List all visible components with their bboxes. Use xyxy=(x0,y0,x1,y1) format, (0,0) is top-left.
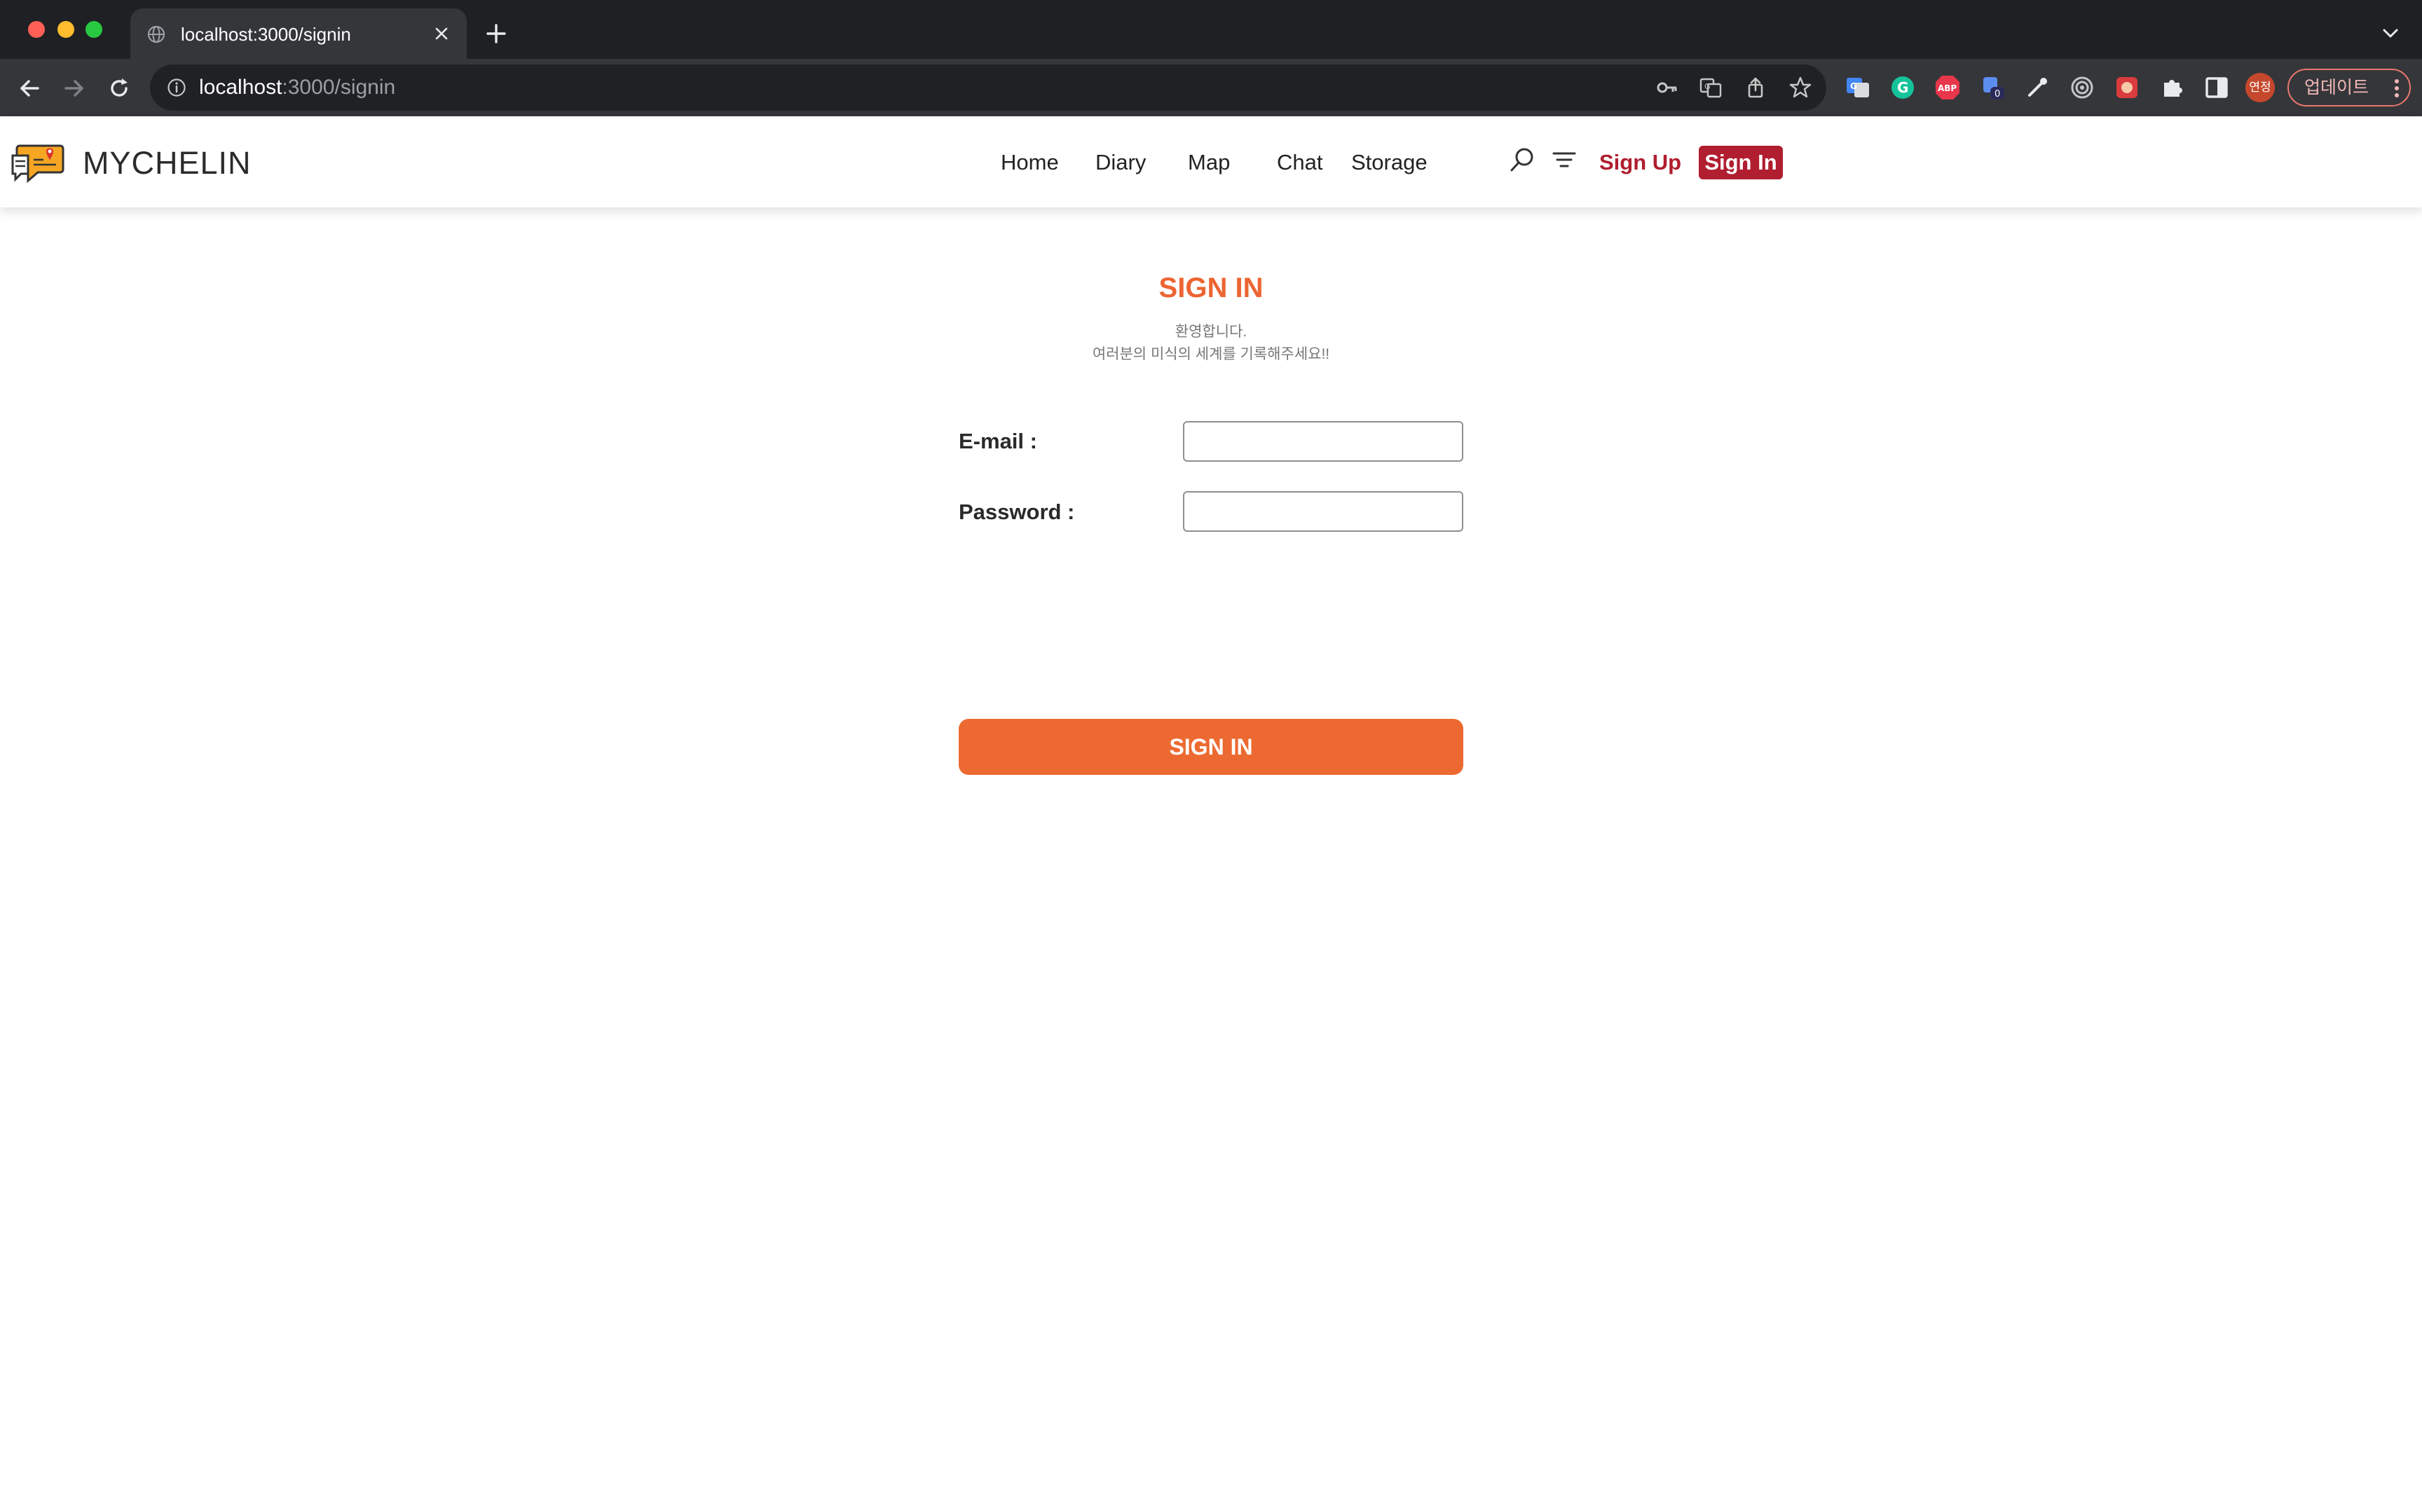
forward-arrow-icon[interactable] xyxy=(60,74,88,102)
signup-link[interactable]: Sign Up xyxy=(1599,150,1681,175)
filter-icon[interactable] xyxy=(1549,144,1580,175)
nav-diary[interactable]: Diary xyxy=(1095,150,1146,175)
close-tab-icon[interactable] xyxy=(429,21,454,46)
extension-badge-icon[interactable]: 0 xyxy=(1979,74,2006,101)
nav-map[interactable]: Map xyxy=(1188,150,1230,175)
address-bar[interactable]: localhost:3000/signin G xyxy=(150,64,1826,111)
red-ext-icon[interactable] xyxy=(2114,74,2140,101)
reload-icon[interactable] xyxy=(105,74,133,102)
password-field[interactable] xyxy=(1183,491,1463,532)
tab-search-chevron-down-icon[interactable] xyxy=(2380,22,2401,43)
welcome-message: 환영합니다. 여러분의 미식의 세계를 기록해주세요!! xyxy=(0,321,2422,366)
browser-toolbar: localhost:3000/signin G G G ABP 0 연정 업데이… xyxy=(0,59,2422,116)
google-translate-ext-icon[interactable]: G xyxy=(1845,74,1871,101)
nav-chat[interactable]: Chat xyxy=(1277,150,1322,175)
email-label: E-mail : xyxy=(959,429,1037,453)
password-label: Password : xyxy=(959,500,1075,524)
url-text: localhost:3000/signin xyxy=(199,76,395,99)
target-ext-icon[interactable] xyxy=(2069,74,2095,101)
signin-nav-button[interactable]: Sign In xyxy=(1699,146,1783,179)
tab-title: localhost:3000/signin xyxy=(181,24,351,45)
more-menu-icon[interactable] xyxy=(2394,78,2400,98)
share-icon[interactable] xyxy=(1744,76,1767,99)
maximize-window-button[interactable] xyxy=(85,21,102,38)
globe-icon xyxy=(147,25,165,43)
back-arrow-icon[interactable] xyxy=(15,74,43,102)
update-button-label: 업데이트 xyxy=(2304,78,2369,97)
email-field[interactable] xyxy=(1183,421,1463,462)
grammarly-icon[interactable]: G xyxy=(1889,74,1916,101)
welcome-line-2: 여러분의 미식의 세계를 기록해주세요!! xyxy=(1092,346,1330,362)
welcome-line-1: 환영합니다. xyxy=(1175,324,1247,340)
brand-name[interactable]: MYCHELIN xyxy=(83,147,252,179)
puzzle-extensions-icon[interactable] xyxy=(2158,74,2185,101)
browser-tab-active[interactable]: localhost:3000/signin xyxy=(130,8,467,59)
profile-avatar[interactable]: 연정 xyxy=(2245,73,2275,102)
url-host: localhost xyxy=(199,76,282,99)
close-window-button[interactable] xyxy=(28,21,45,38)
browser-tab-bar: localhost:3000/signin xyxy=(0,0,2422,59)
minimize-window-button[interactable] xyxy=(57,21,74,38)
signin-submit-button[interactable]: SIGN IN xyxy=(959,719,1463,775)
search-icon[interactable] xyxy=(1507,144,1538,175)
eyedropper-icon[interactable] xyxy=(2024,74,2051,101)
nav-storage[interactable]: Storage xyxy=(1351,150,1428,175)
page-title: SIGN IN xyxy=(1158,273,1264,303)
svg-text:ABP: ABP xyxy=(1938,83,1957,93)
side-panel-icon[interactable] xyxy=(2203,74,2230,101)
chat-bubble-logo-icon[interactable] xyxy=(10,139,70,189)
bookmark-star-icon[interactable] xyxy=(1788,76,1812,99)
svg-text:G: G xyxy=(1897,79,1908,96)
translate-page-icon[interactable]: G xyxy=(1699,76,1723,99)
password-key-icon[interactable] xyxy=(1655,76,1679,99)
site-header: MYCHELIN Home Diary Map Chat Storage Sig… xyxy=(0,116,2422,207)
new-tab-plus-icon[interactable] xyxy=(484,21,509,46)
svg-text:G: G xyxy=(1704,82,1711,91)
adblock-plus-icon[interactable]: ABP xyxy=(1934,74,1961,101)
svg-text:G: G xyxy=(1850,81,1857,91)
site-info-icon[interactable] xyxy=(167,78,186,97)
svg-text:0: 0 xyxy=(1995,89,2000,99)
url-path: :3000/signin xyxy=(282,76,396,99)
nav-home[interactable]: Home xyxy=(1001,150,1059,175)
browser-update-button[interactable]: 업데이트 xyxy=(2287,69,2411,106)
